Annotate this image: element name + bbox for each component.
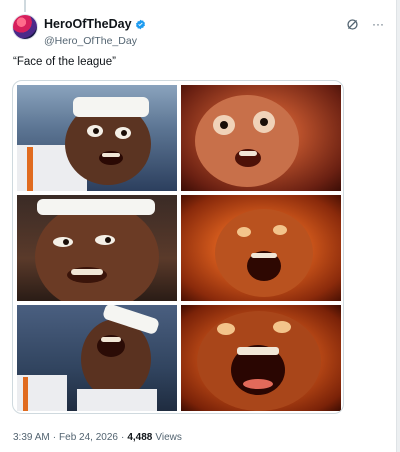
image-grid[interactable] xyxy=(17,85,341,411)
scrollbar-track[interactable] xyxy=(396,0,400,452)
author-block[interactable]: HeroOfTheDay @Hero_OfThe_Day xyxy=(44,15,146,47)
views-count: 4,488 xyxy=(127,432,153,443)
screaming-face-fire-closeup[interactable] xyxy=(181,305,341,411)
verified-badge-icon xyxy=(135,19,145,29)
screaming-face-fire[interactable] xyxy=(181,195,341,301)
views-label: Views xyxy=(155,432,182,443)
header-actions: ··· xyxy=(344,16,386,32)
thread-connector xyxy=(24,0,26,12)
more-icon[interactable]: ··· xyxy=(370,16,386,32)
basketball-player-screaming-face[interactable] xyxy=(17,305,177,411)
meta-separator: · xyxy=(52,432,57,443)
meta-separator: · xyxy=(120,432,125,443)
basketball-player-grimace-face[interactable] xyxy=(17,195,177,301)
display-name-row[interactable]: HeroOfTheDay xyxy=(44,17,146,31)
post-time[interactable]: 3:39 AM xyxy=(13,432,50,443)
post-text: “Face of the league” xyxy=(13,56,116,68)
post-meta: 3:39 AM · Feb 24, 2026 · 4,488 Views xyxy=(13,432,182,443)
basketball-player-shocked-face[interactable] xyxy=(17,85,177,191)
slash-circle-icon[interactable] xyxy=(344,16,360,32)
horror-face-red[interactable] xyxy=(181,85,341,191)
post-date[interactable]: Feb 24, 2026 xyxy=(59,432,118,443)
avatar[interactable] xyxy=(12,14,38,40)
post-header: HeroOfTheDay @Hero_OfThe_Day ··· xyxy=(12,12,386,48)
media-card[interactable] xyxy=(12,80,344,414)
display-name[interactable]: HeroOfTheDay xyxy=(44,17,132,31)
handle[interactable]: @Hero_OfThe_Day xyxy=(44,35,146,47)
